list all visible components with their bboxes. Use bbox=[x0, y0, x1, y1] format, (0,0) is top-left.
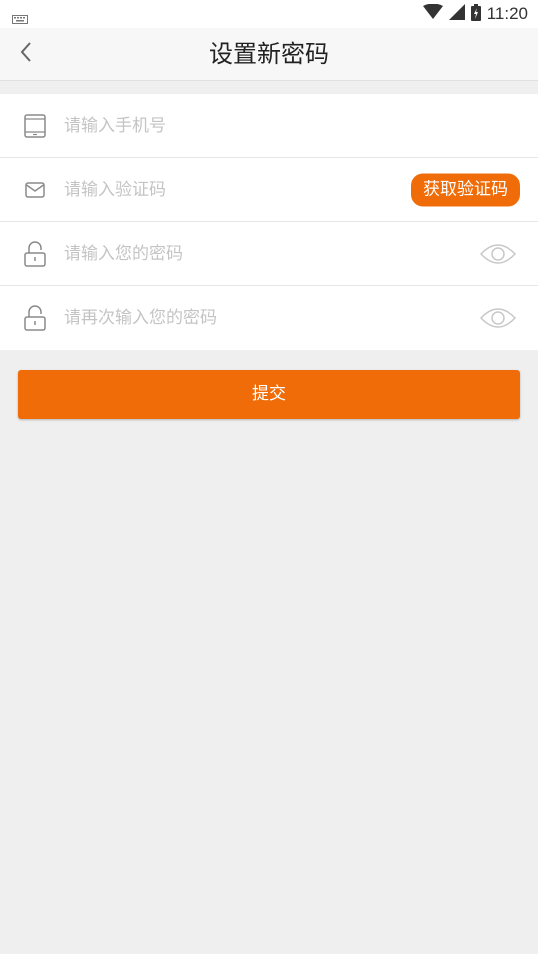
phone-icon bbox=[22, 113, 48, 139]
keyboard-icon bbox=[12, 9, 28, 28]
get-code-button[interactable]: 获取验证码 bbox=[411, 173, 520, 206]
submit-button[interactable]: 提交 bbox=[18, 370, 520, 419]
page-title: 设置新密码 bbox=[209, 40, 329, 68]
chevron-left-icon bbox=[19, 41, 33, 67]
status-bar: 11:20 bbox=[0, 0, 538, 28]
battery-icon bbox=[470, 3, 481, 25]
app-bar: 设置新密码 bbox=[0, 28, 538, 81]
eye-icon[interactable] bbox=[479, 306, 517, 330]
phone-row bbox=[0, 94, 538, 158]
status-time: 11:20 bbox=[486, 4, 528, 23]
lock-icon bbox=[22, 240, 48, 267]
phone-input[interactable] bbox=[64, 94, 384, 157]
status-indicators: 11:20 bbox=[422, 3, 528, 25]
lock-icon bbox=[22, 305, 48, 331]
mail-icon bbox=[22, 177, 48, 203]
reset-password-form: 获取验证码 bbox=[0, 94, 538, 350]
back-button[interactable] bbox=[10, 38, 42, 70]
eye-icon[interactable] bbox=[479, 242, 517, 266]
code-input[interactable] bbox=[64, 158, 384, 221]
signal-icon bbox=[448, 4, 465, 24]
password-row bbox=[0, 222, 538, 286]
wifi-icon bbox=[422, 3, 443, 24]
code-row: 获取验证码 bbox=[0, 158, 538, 222]
password-input[interactable] bbox=[64, 222, 384, 285]
confirm-password-row bbox=[0, 286, 538, 350]
confirm-password-input[interactable] bbox=[64, 286, 384, 350]
